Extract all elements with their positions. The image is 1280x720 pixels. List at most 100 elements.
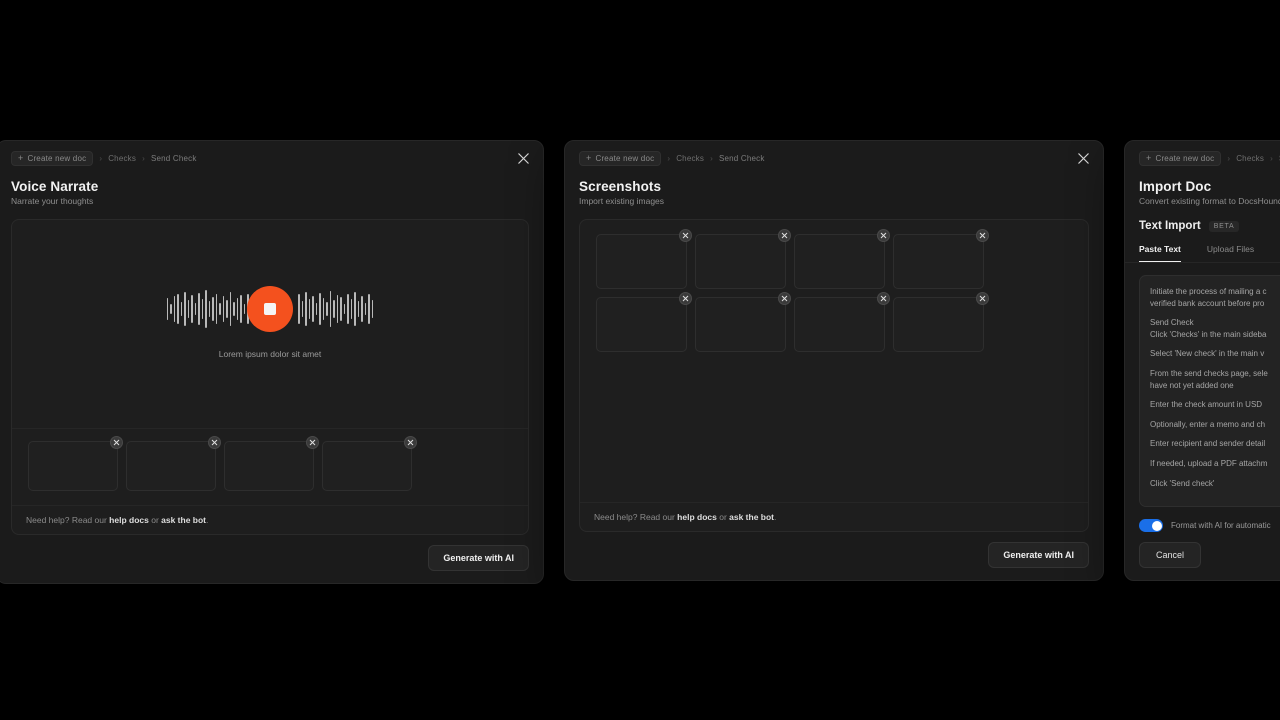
voice-narrate-modal: + Create new doc › Checks › Send Check V… <box>0 140 544 584</box>
remove-icon[interactable] <box>110 436 123 449</box>
remove-icon[interactable] <box>778 229 791 242</box>
waveform <box>166 283 374 335</box>
thumbnail-item[interactable] <box>28 436 123 491</box>
help-middle: or <box>716 512 730 522</box>
chevron-right-icon: › <box>667 154 671 163</box>
breadcrumb-checks[interactable]: Checks <box>676 154 704 163</box>
thumbnail-item[interactable] <box>794 292 890 352</box>
screenshots-body: Need help? Read our help docs or ask the… <box>579 219 1089 532</box>
modal-header: + Create new doc › Checks › Send Check V… <box>0 141 543 206</box>
waveform-bars-left <box>166 283 253 335</box>
thumbnail-item[interactable] <box>695 229 791 289</box>
help-prefix: Need help? Read our <box>594 512 678 522</box>
chevron-right-icon: › <box>1227 154 1231 163</box>
recorder: Lorem ipsum dolor sit amet <box>12 220 528 428</box>
page-subtitle: Narrate your thoughts <box>11 196 94 206</box>
import-tabs: Paste Text Upload Files <box>1125 244 1280 263</box>
chevron-right-icon: › <box>142 154 145 163</box>
breadcrumb: + Create new doc › Checks › Send Check <box>579 151 1089 166</box>
close-icon[interactable] <box>515 150 531 166</box>
help-docs-link[interactable]: help docs <box>677 512 717 522</box>
breadcrumb-create-new-doc[interactable]: + Create new doc <box>1139 151 1222 166</box>
breadcrumb-create-new-doc[interactable]: + Create new doc <box>11 151 94 166</box>
thumbnail-item[interactable] <box>596 229 692 289</box>
toggle-knob <box>1151 520 1162 531</box>
modal-footer: Generate with AI <box>0 535 543 583</box>
screen: + Create new doc › Checks › Send Check V… <box>0 0 1280 720</box>
plus-icon: + <box>18 153 24 163</box>
thumbnail-item[interactable] <box>596 292 692 352</box>
format-with-ai-row: Format with AI for automatic <box>1125 507 1280 532</box>
stop-icon <box>264 303 276 315</box>
plus-icon: + <box>1146 153 1152 163</box>
help-prefix: Need help? Read our <box>26 515 110 525</box>
page-title: Import Doc <box>1139 179 1212 194</box>
remove-icon[interactable] <box>877 292 890 305</box>
remove-icon[interactable] <box>976 292 989 305</box>
remove-icon[interactable] <box>679 292 692 305</box>
transcript-text: Lorem ipsum dolor sit amet <box>218 349 322 359</box>
section-title: Text Import <box>1139 220 1201 232</box>
thumbnail-item[interactable] <box>893 292 989 352</box>
help-suffix: . <box>774 512 777 522</box>
remove-icon[interactable] <box>877 229 890 242</box>
remove-icon[interactable] <box>404 436 417 449</box>
import-text-line: From the send checks page, sele <box>1150 368 1268 378</box>
ask-the-bot-link[interactable]: ask the bot <box>161 515 206 525</box>
dropzone-area[interactable] <box>580 352 1088 502</box>
import-text-line: Send Check <box>1150 318 1194 328</box>
generate-with-ai-button[interactable]: Generate with AI <box>428 545 529 571</box>
remove-icon[interactable] <box>778 292 791 305</box>
page-title: Voice Narrate <box>11 179 99 194</box>
breadcrumb-checks[interactable]: Checks <box>108 154 136 163</box>
status-badge: BETA <box>1208 220 1240 232</box>
thumbnail-item[interactable] <box>893 229 989 289</box>
breadcrumb-send-check: Send Check <box>718 154 765 163</box>
remove-icon[interactable] <box>208 436 221 449</box>
breadcrumb-create-new-doc-label: Create new doc <box>1155 154 1215 163</box>
breadcrumb-checks[interactable]: Checks <box>1236 154 1264 163</box>
thumbnail-item[interactable] <box>322 436 417 491</box>
chevron-right-icon: › <box>99 154 103 163</box>
import-text-line: Click 'Send check' <box>1150 478 1215 488</box>
thumbnail-item[interactable] <box>794 229 890 289</box>
thumbnail-item[interactable] <box>224 436 319 491</box>
help-strip: Need help? Read our help docs or ask the… <box>580 502 1088 531</box>
breadcrumb: + Create new doc › Checks › Send Check <box>1139 151 1280 166</box>
page-title: Screenshots <box>579 179 662 194</box>
remove-icon[interactable] <box>976 229 989 242</box>
modal-footer: Cancel <box>1125 532 1280 580</box>
text-import-section-header: Text Import BETA <box>1125 220 1280 232</box>
tab-upload-files[interactable]: Upload Files <box>1207 244 1254 262</box>
ask-the-bot-link[interactable]: ask the bot <box>729 512 774 522</box>
import-text-line: Optionally, enter a memo and ch <box>1150 419 1266 429</box>
screenshots-modal: + Create new doc › Checks › Send Check S… <box>564 140 1104 581</box>
screenshot-thumbnail-grid <box>580 220 1088 352</box>
import-text-line: Enter the check amount in USD <box>1150 400 1263 410</box>
breadcrumb-create-new-doc[interactable]: + Create new doc <box>579 151 662 166</box>
help-middle: or <box>148 515 162 525</box>
help-docs-link[interactable]: help docs <box>109 515 149 525</box>
thumbnail-item[interactable] <box>695 292 791 352</box>
import-text-line: Enter recipient and sender detail <box>1150 439 1266 449</box>
help-suffix: . <box>206 515 209 525</box>
breadcrumb-create-new-doc-label: Create new doc <box>595 154 655 163</box>
modal-header: + Create new doc › Checks › Send Check S… <box>565 141 1103 206</box>
generate-with-ai-button[interactable]: Generate with AI <box>988 542 1089 568</box>
stop-recording-button[interactable] <box>247 286 293 332</box>
paste-text-input[interactable]: Initiate the process of mailing a c verif… <box>1139 275 1280 507</box>
cancel-button[interactable]: Cancel <box>1139 542 1202 568</box>
breadcrumb: + Create new doc › Checks › Send Check <box>11 151 529 166</box>
waveform-bars-right <box>298 283 374 335</box>
thumbnail-item[interactable] <box>126 436 221 491</box>
remove-icon[interactable] <box>306 436 319 449</box>
import-text-line: Initiate the process of mailing a c <box>1150 287 1267 296</box>
import-text-line: Select 'New check' in the main v <box>1150 349 1265 359</box>
breadcrumb-send-check: Send Check <box>150 154 197 163</box>
format-with-ai-toggle[interactable] <box>1139 519 1163 532</box>
tab-paste-text[interactable]: Paste Text <box>1139 244 1181 262</box>
remove-icon[interactable] <box>679 229 692 242</box>
import-text-line: Click 'Checks' in the main sideba <box>1150 329 1267 339</box>
close-icon[interactable] <box>1075 150 1091 166</box>
format-with-ai-label: Format with AI for automatic <box>1171 521 1271 530</box>
